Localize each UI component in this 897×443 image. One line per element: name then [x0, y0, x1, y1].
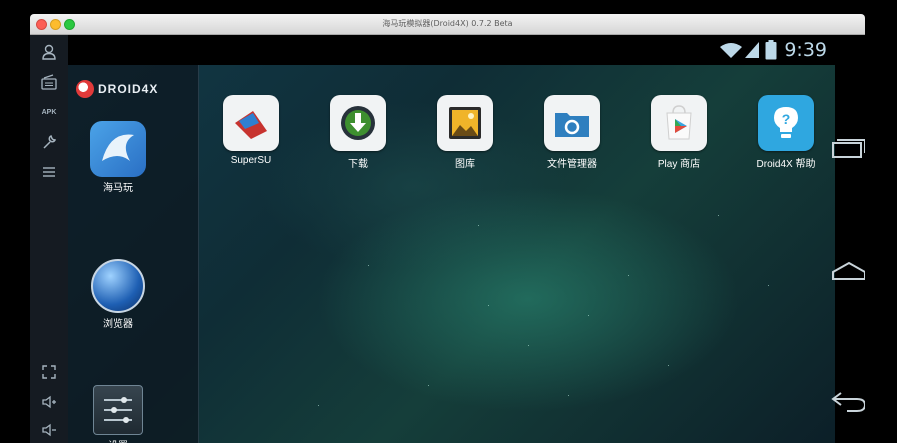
battery-icon [765, 40, 777, 60]
left-toolbar: APK [30, 35, 69, 443]
droid4x-brand: DROID4X [76, 79, 158, 99]
app-play-store[interactable]: Play 商店 [629, 95, 729, 170]
app-label: 文件管理器 [547, 159, 597, 170]
dock-app-label: 设置 [78, 437, 158, 443]
svg-text:?: ? [782, 111, 791, 127]
app-label: 下载 [348, 159, 368, 170]
back-icon[interactable] [827, 387, 865, 415]
window-title: 海马玩模拟器(Droid4X) 0.7.2 Beta [382, 19, 513, 28]
gallery-icon [437, 95, 493, 151]
settings-icon [93, 385, 143, 435]
download-icon [330, 95, 386, 151]
play-store-icon [651, 95, 707, 151]
droid4x-logo-icon [76, 80, 94, 98]
app-label: SuperSU [230, 155, 272, 166]
volume-up-icon[interactable] [36, 389, 62, 415]
help-icon: ? [758, 95, 814, 151]
title-bar: 海马玩模拟器(Droid4X) 0.7.2 Beta [30, 14, 865, 35]
app-download[interactable]: 下载 [308, 95, 408, 170]
supersu-icon [223, 95, 279, 151]
brand-text: DROID4X [98, 82, 159, 96]
android-nav-bar [831, 35, 865, 443]
menu-icon[interactable] [36, 159, 62, 185]
haimawan-icon [90, 121, 146, 177]
app-supersu[interactable]: SuperSU [201, 95, 301, 166]
apk-install-icon[interactable]: APK [36, 99, 62, 125]
volume-down-icon[interactable] [36, 417, 62, 443]
dock-app-label: 浏览器 [103, 319, 133, 330]
apk-label: APK [41, 108, 57, 116]
radio-icon[interactable] [36, 69, 62, 95]
app-label: Droid4X 帮助 [756, 159, 816, 170]
home-icon[interactable] [827, 257, 865, 285]
app-label: Play 商店 [657, 159, 701, 170]
status-time: 9:39 [784, 39, 827, 61]
app-file-manager[interactable]: 文件管理器 [522, 95, 622, 170]
fullscreen-icon[interactable] [36, 359, 62, 385]
dock-app-haimawan[interactable]: 海马玩 [78, 121, 158, 194]
browser-icon [91, 259, 145, 313]
app-dock: DROID4X 海马玩 浏览器 [68, 65, 199, 443]
dock-app-browser[interactable]: 浏览器 [78, 259, 158, 330]
android-home-screen: DROID4X 海马玩 浏览器 SuperSU 下载 图库 文件管理器 Play… [68, 65, 835, 443]
app-label: 图库 [455, 159, 475, 170]
android-status-bar: 9:39 [68, 35, 835, 65]
wifi-icon [720, 43, 742, 58]
user-icon[interactable] [36, 39, 62, 65]
wrench-icon[interactable] [36, 129, 62, 155]
emulator-window: 海马玩模拟器(Droid4X) 0.7.2 Beta APK 9:39 DROI… [30, 14, 865, 443]
app-gallery[interactable]: 图库 [415, 95, 515, 170]
dock-app-label: 海马玩 [103, 183, 133, 194]
dock-app-settings[interactable]: 设置 [78, 385, 158, 443]
file-manager-icon [544, 95, 600, 151]
app-droid4x-help[interactable]: ? Droid4X 帮助 [736, 95, 835, 170]
recent-apps-icon[interactable] [827, 135, 865, 163]
signal-icon [745, 42, 759, 58]
